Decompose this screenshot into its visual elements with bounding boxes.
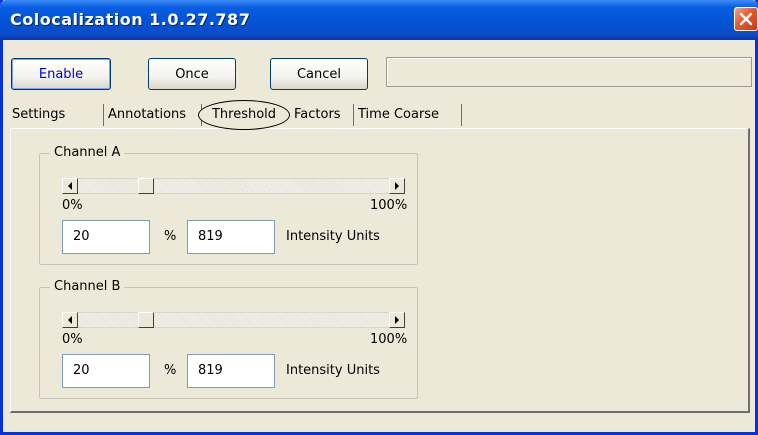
scroll-left-arrow[interactable] — [62, 178, 78, 194]
channel-b-intensity-input[interactable]: 819 — [187, 354, 275, 388]
channel-a-intensity-input[interactable]: 819 — [187, 220, 275, 254]
enable-button[interactable]: Enable — [11, 58, 111, 90]
slider-thumb[interactable] — [138, 312, 154, 328]
slider-thumb[interactable] — [138, 178, 154, 194]
arrow-left-icon — [68, 316, 72, 324]
channel-b-group: Channel B 0% 100% 20 % 819 Intensity Uni… — [39, 279, 418, 399]
min-percent-label: 0% — [62, 332, 83, 347]
channel-b-percent-input[interactable]: 20 — [62, 354, 150, 388]
status-field — [386, 57, 752, 87]
intensity-units-label: Intensity Units — [286, 363, 380, 378]
close-button[interactable] — [734, 7, 758, 31]
channel-b-title: Channel B — [50, 279, 125, 294]
arrow-left-icon — [68, 182, 72, 190]
scroll-left-arrow[interactable] — [62, 312, 78, 328]
tab-annotations[interactable]: Annotations — [104, 104, 202, 126]
title-bar[interactable]: Colocalization 1.0.27.787 — [0, 0, 758, 40]
channel-b-slider[interactable] — [62, 312, 405, 328]
intensity-units-label: Intensity Units — [286, 229, 380, 244]
percent-sign-label: % — [164, 229, 177, 244]
tab-settings[interactable]: Settings — [8, 104, 104, 126]
min-percent-label: 0% — [62, 198, 83, 213]
max-percent-label: 100% — [370, 332, 408, 347]
channel-a-percent-input[interactable]: 20 — [62, 220, 150, 254]
scroll-right-arrow[interactable] — [389, 178, 405, 194]
close-icon — [739, 12, 753, 26]
max-percent-label: 100% — [370, 198, 408, 213]
tab-threshold[interactable]: Threshold — [198, 100, 290, 130]
channel-a-title: Channel A — [50, 145, 125, 160]
scroll-right-arrow[interactable] — [389, 312, 405, 328]
channel-a-slider[interactable] — [62, 178, 405, 194]
once-button[interactable]: Once — [148, 58, 236, 90]
tab-factors[interactable]: Factors — [290, 104, 354, 126]
arrow-right-icon — [395, 316, 399, 324]
tab-time-coarse[interactable]: Time Coarse — [354, 104, 462, 126]
window-title: Colocalization 1.0.27.787 — [10, 10, 251, 29]
percent-sign-label: % — [164, 363, 177, 378]
cancel-button[interactable]: Cancel — [270, 58, 368, 90]
channel-a-group: Channel A 0% 100% 20 % 819 Intensity Uni… — [39, 145, 418, 265]
arrow-right-icon — [395, 182, 399, 190]
